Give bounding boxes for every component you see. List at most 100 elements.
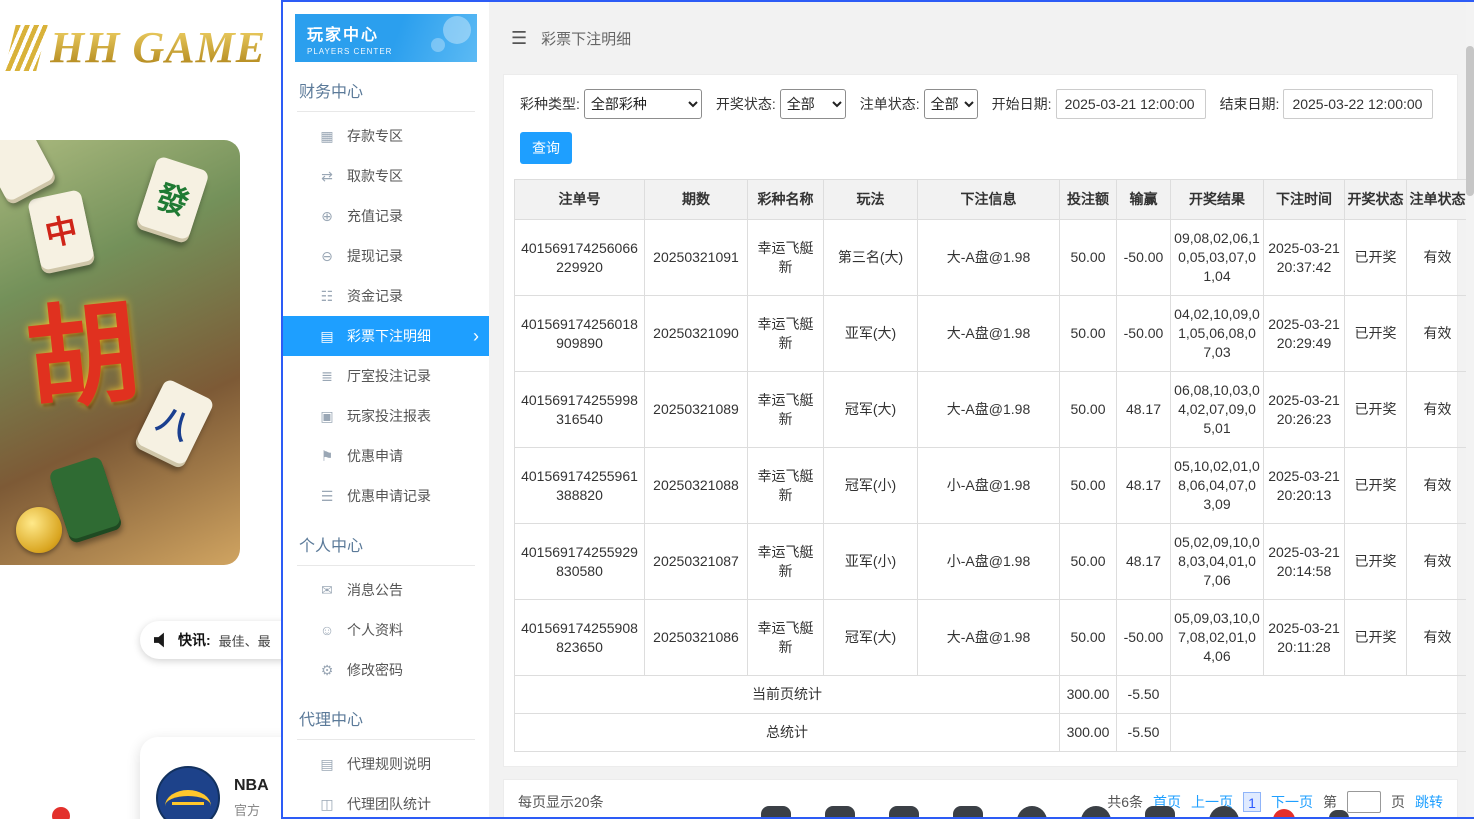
sidebar-item-promo-record[interactable]: ☰ 优惠申请记录	[295, 476, 477, 516]
sidebar-item-hall-bet-record[interactable]: ≣ 厅室投注记录	[295, 356, 477, 396]
cell-draw-status: 已开奖	[1345, 600, 1407, 676]
footer-icon[interactable]	[761, 806, 791, 817]
sidebar-item-label: 资金记录	[347, 286, 403, 306]
cell-bet-info: 大-A盘@1.98	[918, 296, 1060, 372]
sidebar-item-player-bet-report[interactable]: ▣ 玩家投注报表	[295, 396, 477, 436]
sidebar-item-withdraw-zone[interactable]: ⇄ 取款专区	[295, 156, 477, 196]
cell-draw-status: 已开奖	[1345, 220, 1407, 296]
sidebar-item-funds-record[interactable]: ☷ 资金记录	[295, 276, 477, 316]
nba-title: NBA	[234, 777, 269, 795]
sidebar-item-profile[interactable]: ☺ 个人资料	[295, 610, 477, 650]
draw-status-select[interactable]: 全部	[780, 89, 846, 119]
recharge-record-icon: ⊕	[317, 208, 337, 225]
cell-bet-amount: 50.00	[1060, 220, 1117, 296]
footer-icon[interactable]	[1273, 809, 1295, 817]
cell-draw-status: 已开奖	[1345, 448, 1407, 524]
menu-icon[interactable]: ☰	[511, 28, 527, 49]
cell-draw-result: 06,08,10,03,04,02,07,09,05,01	[1171, 372, 1264, 448]
cell-bet-status: 有效	[1407, 296, 1469, 372]
summary-empty	[1171, 676, 1469, 714]
col-bet-info: 下注信息	[918, 180, 1060, 220]
site-logo: HH GAME	[10, 22, 266, 73]
footer-icon[interactable]	[889, 806, 919, 817]
agent-rules-icon: ▤	[317, 756, 337, 773]
sidebar-item-label: 充值记录	[347, 206, 403, 226]
cell-draw-result: 09,08,02,06,10,05,03,07,01,04	[1171, 220, 1264, 296]
sidebar-item-label: 玩家投注报表	[347, 406, 431, 426]
sidebar-item-recharge-record[interactable]: ⊕ 充值记录	[295, 196, 477, 236]
footer-icon[interactable]	[825, 806, 855, 817]
cell-draw-status: 已开奖	[1345, 296, 1407, 372]
cell-bet-status: 有效	[1407, 372, 1469, 448]
start-date-input[interactable]	[1056, 89, 1206, 119]
start-date-label: 开始日期:	[992, 94, 1052, 114]
cell-win-loss: 48.17	[1117, 372, 1171, 448]
sidebar-item-label: 代理团队统计	[347, 794, 431, 814]
summary-empty	[1171, 714, 1469, 752]
page: HH GAME 發 中 八 胡 快讯: 最佳、最 NBA 官方 玩家中心 PLA…	[0, 0, 1474, 819]
partial-red-icon	[52, 807, 70, 819]
sidebar-item-cashout-record[interactable]: ⊖ 提现记录	[295, 236, 477, 276]
page-summary-row: 当前页统计 300.00 -5.50	[515, 676, 1469, 714]
player-bet-report-icon: ▣	[317, 408, 337, 425]
search-button[interactable]: 查询	[520, 132, 572, 164]
cell-bet-time: 2025-03-21 20:37:42	[1264, 220, 1345, 296]
col-period: 期数	[645, 180, 748, 220]
sidebar-item-label: 厅室投注记录	[347, 366, 431, 386]
sidebar-item-agent-rules[interactable]: ▤ 代理规则说明	[295, 744, 477, 784]
scrollbar-thumb[interactable]	[1466, 46, 1474, 196]
sidebar-item-label: 取款专区	[347, 166, 403, 186]
cell-bet-status: 有效	[1407, 524, 1469, 600]
mahjong-banner-image: 發 中 八 胡	[0, 140, 240, 565]
sidebar-item-label: 存款专区	[347, 126, 403, 146]
cell-bet-info: 大-A盘@1.98	[918, 600, 1060, 676]
main-content: ☰ 彩票下注明细 彩种类型: 全部彩种 开奖状态: 全部 注单状态: 全部	[489, 2, 1472, 817]
cell-win-loss: 48.17	[1117, 524, 1171, 600]
cell-period: 20250321088	[645, 448, 748, 524]
speaker-icon	[154, 632, 170, 648]
cell-win-loss: 48.17	[1117, 448, 1171, 524]
bet-status-select[interactable]: 全部	[924, 89, 978, 119]
sidebar-item-change-password[interactable]: ⚙ 修改密码	[295, 650, 477, 690]
jump-button[interactable]: 跳转	[1415, 792, 1443, 812]
lottery-type-select[interactable]: 全部彩种	[584, 89, 702, 119]
sidebar-item-label: 个人资料	[347, 620, 403, 640]
footer-icon[interactable]	[1329, 810, 1349, 817]
footer-icon[interactable]	[1081, 806, 1111, 817]
end-date-label: 结束日期:	[1220, 94, 1280, 114]
cell-order-id: 401569174256066229920	[515, 220, 645, 296]
cell-bet-info: 大-A盘@1.98	[918, 372, 1060, 448]
footer-icon[interactable]	[1017, 806, 1047, 817]
mahjong-tile	[0, 140, 56, 202]
cell-draw-result: 05,02,09,10,08,03,04,01,07,06	[1171, 524, 1264, 600]
sidebar-item-agent-team-stats[interactable]: ◫ 代理团队统计	[295, 784, 477, 817]
withdraw-icon: ⇄	[317, 168, 337, 185]
footer-icon[interactable]	[1209, 806, 1239, 817]
cell-bet-time: 2025-03-21 20:11:28	[1264, 600, 1345, 676]
cell-lottery-name: 幸运飞艇新	[748, 296, 824, 372]
browser-scrollbar[interactable]	[1466, 2, 1474, 817]
summary-label: 当前页统计	[515, 676, 1060, 714]
table-row: 401569174255908823650 20250321086 幸运飞艇新 …	[515, 600, 1469, 676]
sidebar-item-deposit-zone[interactable]: ▦ 存款专区	[295, 116, 477, 156]
cell-play-type: 冠军(小)	[824, 448, 918, 524]
col-draw-result: 开奖结果	[1171, 180, 1264, 220]
jump-page-input[interactable]	[1347, 791, 1381, 813]
sidebar-item-label: 优惠申请记录	[347, 486, 431, 506]
cell-play-type: 第三名(大)	[824, 220, 918, 296]
bets-table: 注单号 期数 彩种名称 玩法 下注信息 投注额 输赢 开奖结果 下注时间 开奖状…	[514, 179, 1469, 752]
sidebar-item-lottery-bet-detail[interactable]: ▤ 彩票下注明细 ›	[283, 316, 489, 356]
sidebar-item-promo-apply[interactable]: ⚑ 优惠申请	[295, 436, 477, 476]
end-date-input[interactable]	[1283, 89, 1433, 119]
cell-play-type: 亚军(大)	[824, 296, 918, 372]
col-win-loss: 输赢	[1117, 180, 1171, 220]
sidebar-item-announcements[interactable]: ✉ 消息公告	[295, 570, 477, 610]
cell-order-id: 401569174255961388820	[515, 448, 645, 524]
nba-subtitle: 官方	[234, 800, 269, 819]
cell-draw-status: 已开奖	[1345, 372, 1407, 448]
footer-icon[interactable]	[1145, 806, 1175, 817]
cell-lottery-name: 幸运飞艇新	[748, 220, 824, 296]
news-label: 快讯:	[178, 630, 211, 650]
footer-icon[interactable]	[953, 806, 983, 817]
mahjong-tile: 發	[136, 155, 210, 240]
